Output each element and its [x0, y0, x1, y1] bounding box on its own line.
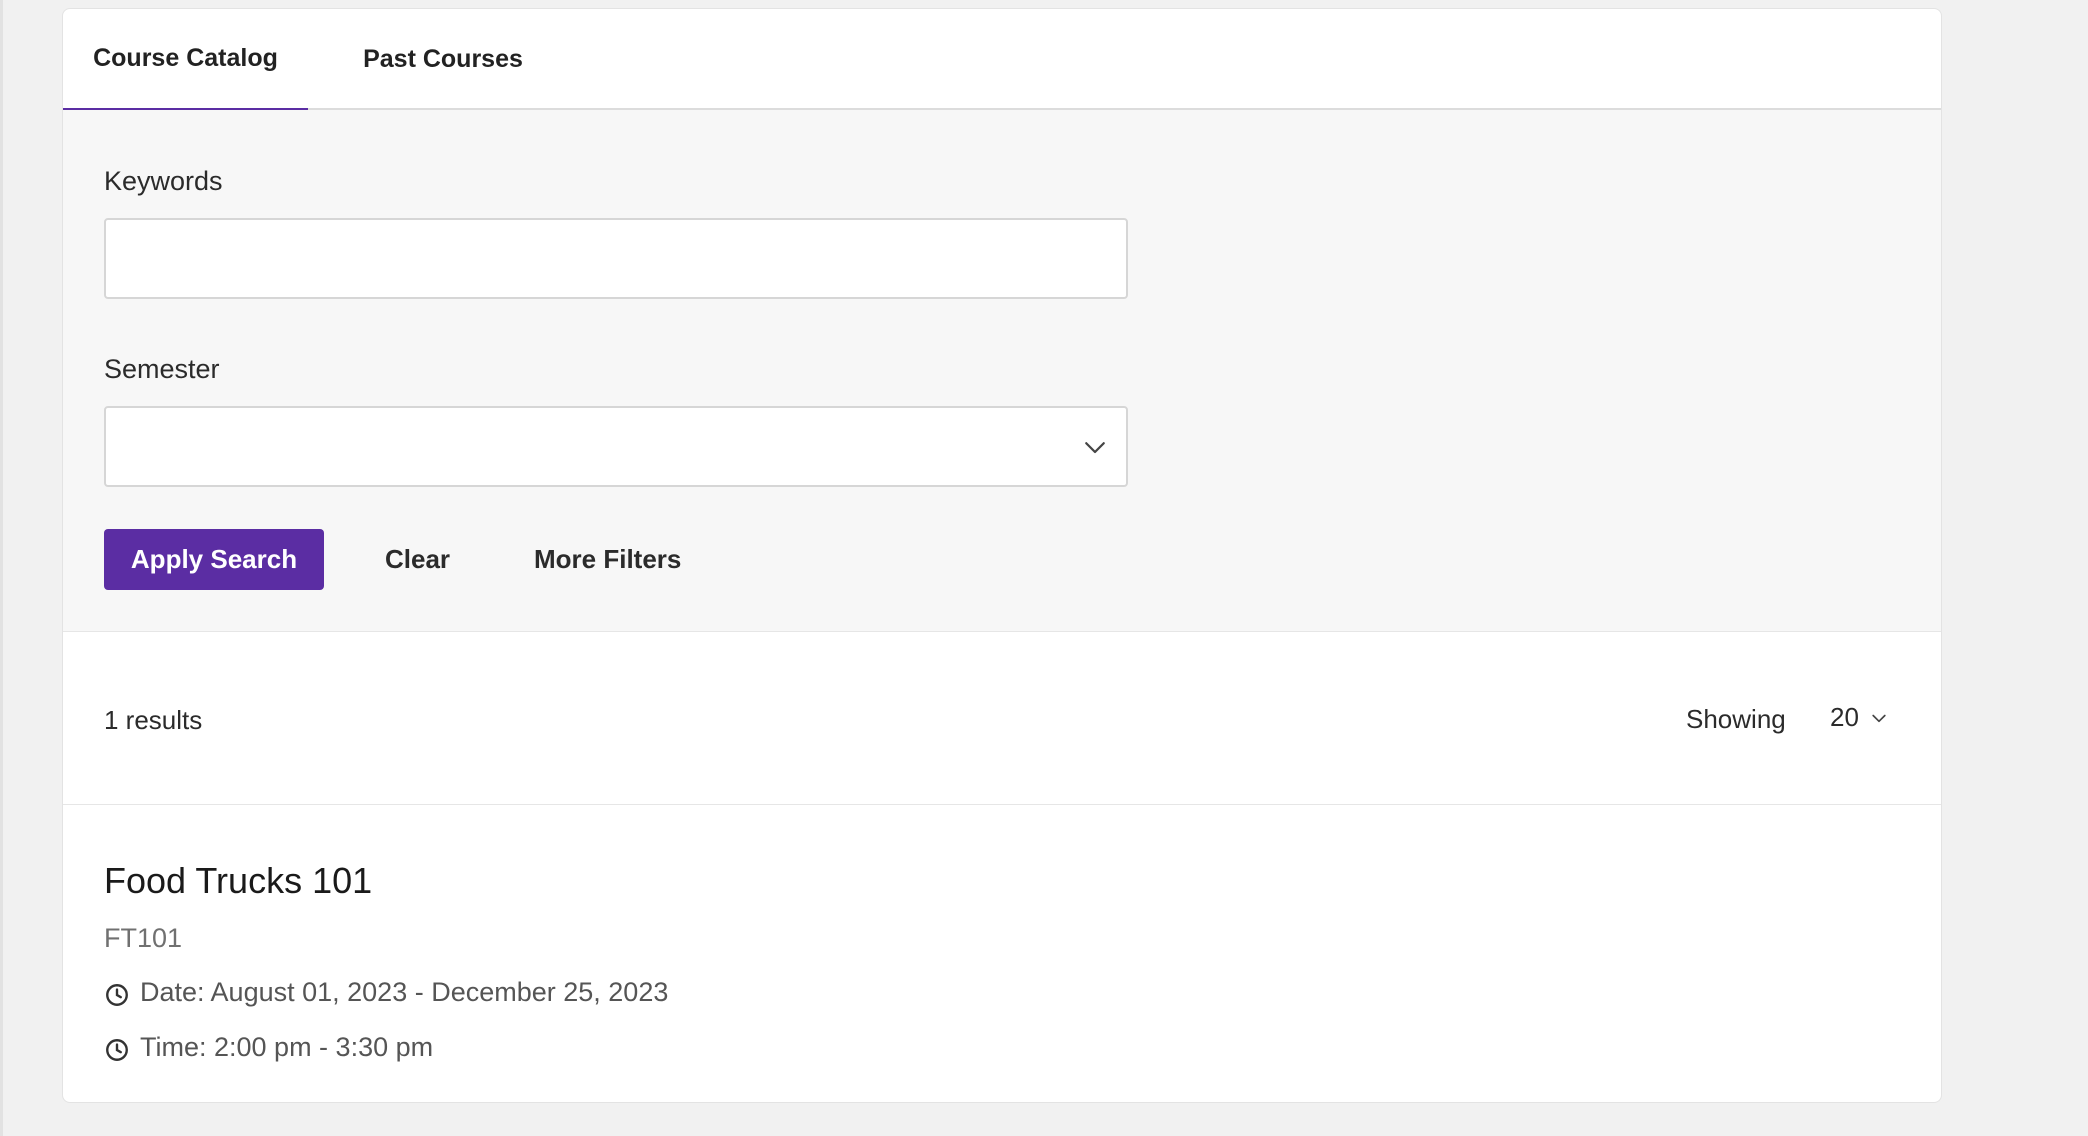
search-panel: Keywords Semester Apply Search Clear Mor… — [63, 110, 1941, 632]
chevron-down-icon — [1085, 442, 1105, 454]
course-date: Date: August 01, 2023 - December 25, 202… — [140, 977, 669, 1007]
clock-icon — [106, 1038, 128, 1061]
list-item: Food Trucks 101 FT101 Date: August 01, 2… — [63, 805, 1941, 1102]
semester-select[interactable] — [104, 406, 1128, 487]
tab-course-catalog[interactable]: Course Catalog — [63, 9, 308, 112]
course-title[interactable]: Food Trucks 101 — [104, 860, 372, 902]
clock-icon — [106, 983, 128, 1006]
course-code: FT101 — [104, 923, 183, 953]
page-edge — [0, 0, 3, 1136]
tab-bar: Course Catalog Past Courses — [63, 9, 1941, 112]
page-size-value: 20 — [1830, 702, 1859, 732]
apply-search-button[interactable]: Apply Search — [104, 529, 324, 590]
tab-past-courses[interactable]: Past Courses — [338, 9, 548, 110]
page-size-select[interactable]: 20 — [1830, 702, 1889, 733]
keywords-input[interactable] — [104, 218, 1128, 299]
semester-label: Semester — [104, 354, 220, 384]
showing-label: Showing — [1686, 704, 1786, 734]
results-count: 1 results — [104, 705, 203, 735]
keywords-label: Keywords — [104, 166, 223, 196]
course-time-row: Time: 2:00 pm - 3:30 pm — [104, 1032, 433, 1063]
course-catalog-card: Course Catalog Past Courses Keywords Sem… — [62, 8, 1942, 1103]
results-bar: 1 results Showing 20 — [63, 632, 1941, 805]
course-time: Time: 2:00 pm - 3:30 pm — [140, 1032, 434, 1062]
clear-button[interactable]: Clear — [385, 529, 450, 590]
course-date-row: Date: August 01, 2023 - December 25, 202… — [104, 977, 668, 1008]
more-filters-button[interactable]: More Filters — [534, 529, 681, 590]
chevron-down-icon — [1872, 714, 1886, 722]
